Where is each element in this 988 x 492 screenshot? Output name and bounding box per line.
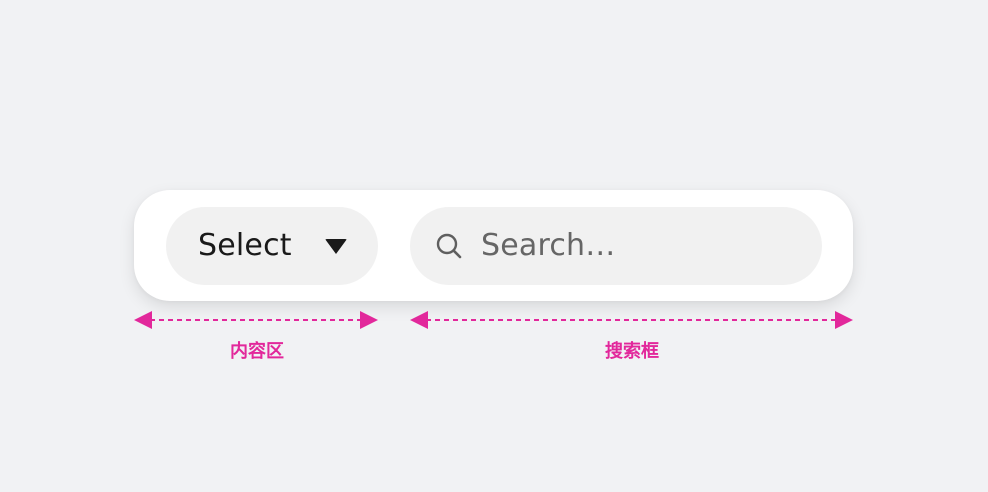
search-box-dimension-line — [410, 311, 853, 329]
content-area-label: 内容区 — [230, 341, 284, 362]
arrow-left-icon — [134, 311, 152, 329]
dimension-annotations — [134, 311, 853, 329]
content-area-dimension-line — [134, 311, 378, 329]
search-box-label: 搜索框 — [605, 341, 659, 362]
arrow-right-icon — [835, 311, 853, 329]
arrow-right-icon — [360, 311, 378, 329]
arrow-left-icon — [410, 311, 428, 329]
